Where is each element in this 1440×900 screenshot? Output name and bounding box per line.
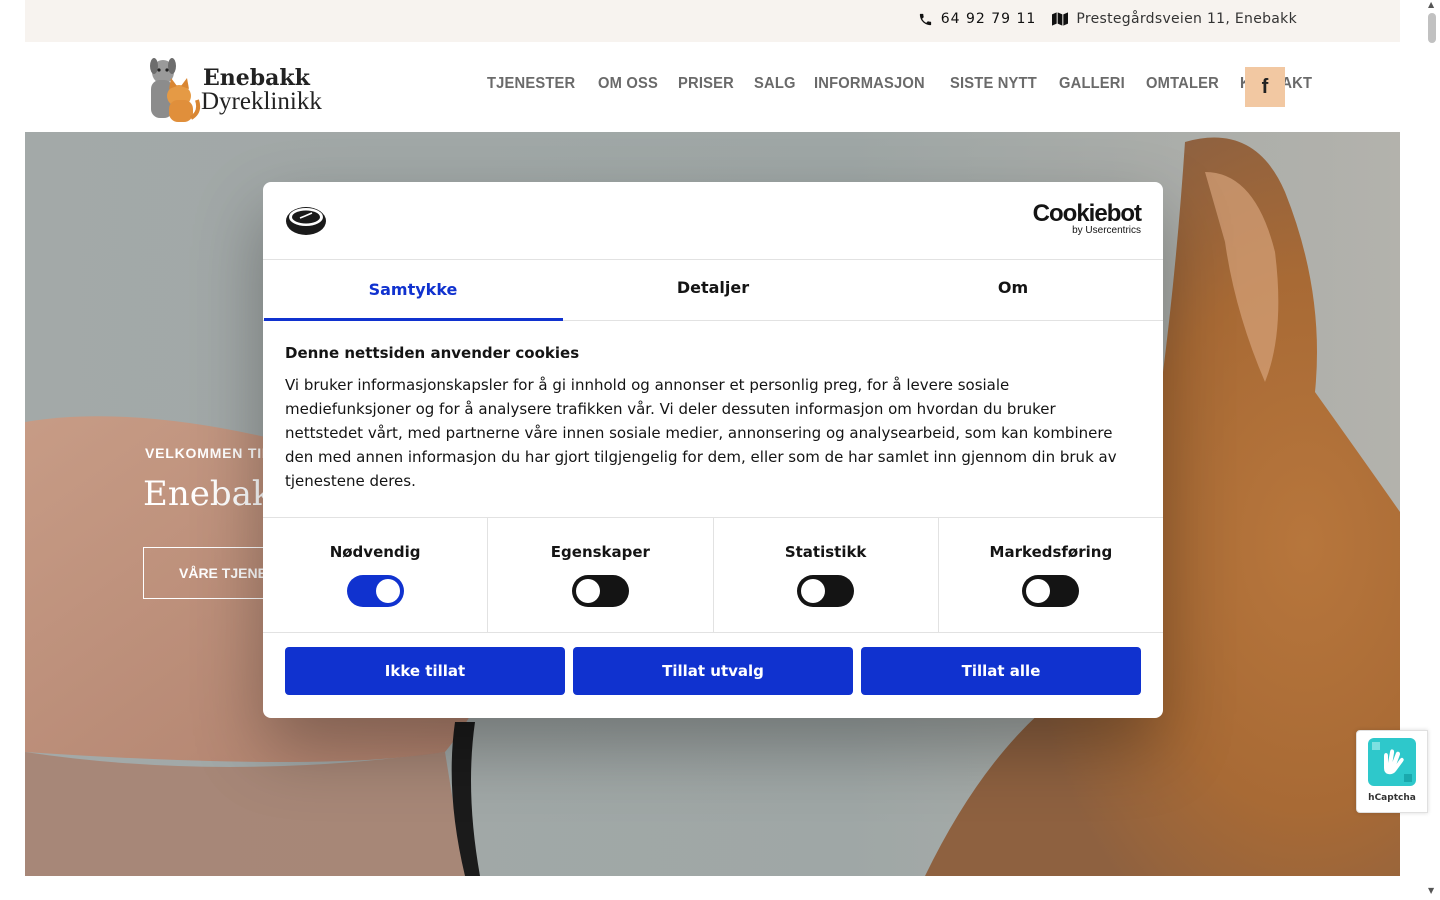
toggle-statistikk[interactable] — [797, 575, 855, 607]
tab-detaljer[interactable]: Detaljer — [563, 260, 863, 320]
hcaptcha-badge[interactable]: hCaptcha — [1356, 730, 1428, 813]
map-icon — [1052, 12, 1069, 26]
top-contact-bar: 64 92 79 11 Prestegårdsveien 11, Enebakk — [25, 0, 1400, 42]
nav-om-oss[interactable]: OM OSS — [598, 75, 658, 93]
toggle-knob — [801, 579, 826, 603]
facebook-icon: f — [1261, 75, 1269, 98]
nav-salg[interactable]: SALG — [754, 75, 796, 93]
toggle-nodvendig[interactable] — [346, 575, 404, 607]
scrollbar-thumb[interactable] — [1428, 13, 1436, 43]
hcaptcha-label: hCaptcha — [1368, 793, 1416, 803]
allow-all-button[interactable]: Tillat alle — [861, 647, 1141, 695]
cookiebot-name: Cookiebot — [1032, 200, 1142, 227]
cookie-categories: Nødvendig Egenskaper Statistikk Markedsf… — [263, 517, 1163, 633]
nav-priser[interactable]: PRISER — [678, 75, 734, 93]
category-egenskaper: Egenskaper — [488, 518, 714, 632]
site-brand-logo-icon — [286, 207, 326, 235]
toggle-knob — [375, 579, 400, 603]
pets-logo-icon — [150, 58, 201, 122]
phone-number: 64 92 79 11 — [940, 11, 1037, 27]
toggle-knob — [1026, 579, 1051, 603]
toggle-knob — [575, 579, 600, 603]
site-logo[interactable]: Enebakk Dyreklinikk — [143, 52, 333, 124]
tab-om[interactable]: Om — [863, 260, 1163, 320]
category-label: Statistikk — [784, 543, 867, 561]
deny-button[interactable]: Ikke tillat — [285, 647, 565, 695]
facebook-button[interactable]: f — [1245, 67, 1285, 107]
dialog-description: Vi bruker informasjonskapsler for å gi i… — [285, 376, 1117, 490]
hcaptcha-logo-icon — [1368, 738, 1416, 786]
toggle-markedsforing[interactable] — [1022, 575, 1080, 607]
scroll-up-arrow-icon[interactable]: ▲ — [1428, 0, 1434, 9]
dialog-buttons: Ikke tillat Tillat utvalg Tillat alle — [285, 647, 1141, 695]
dialog-tabs: Samtykke Detaljer Om — [263, 260, 1163, 321]
logo-line-1: Enebakk — [203, 65, 310, 91]
nav-informasjon[interactable]: INFORMASJON — [814, 75, 925, 93]
address-text: Prestegårdsveien 11, Enebakk — [1076, 11, 1297, 27]
category-nodvendig: Nødvendig — [263, 518, 489, 632]
phone-icon — [919, 13, 931, 25]
main-nav: TJENESTER OM OSS PRISER SALG INFORMASJON… — [487, 75, 1334, 93]
category-label: Markedsføring — [989, 543, 1113, 561]
nav-galleri[interactable]: GALLERI — [1059, 75, 1125, 93]
cookiebot-logo[interactable]: Cookiebot by Usercentrics — [1032, 200, 1142, 236]
category-label: Nødvendig — [329, 543, 421, 561]
site-header: Enebakk Dyreklinikk TJENESTER OM OSS PRI… — [25, 42, 1400, 132]
category-markedsforing: Markedsføring — [939, 518, 1163, 632]
logo-text: Enebakk Dyreklinikk — [201, 66, 322, 114]
category-label: Egenskaper — [550, 543, 650, 561]
cookie-consent-dialog: Cookiebot by Usercentrics Samtykke Detal… — [263, 182, 1163, 718]
toggle-egenskaper[interactable] — [571, 575, 629, 607]
dialog-heading: Denne nettsiden anvender cookies — [285, 344, 580, 362]
category-statistikk: Statistikk — [714, 518, 939, 632]
dialog-header: Cookiebot by Usercentrics — [263, 182, 1163, 260]
nav-tjenester[interactable]: TJENESTER — [487, 75, 575, 93]
cookiebot-by: by Usercentrics — [1072, 225, 1141, 236]
hero-welcome-text: VELKOMMEN TIL — [145, 445, 272, 461]
nav-siste-nytt[interactable]: SISTE NYTT — [950, 75, 1037, 93]
dialog-body: Denne nettsiden anvender cookies Vi bruk… — [285, 344, 1135, 493]
allow-selection-button[interactable]: Tillat utvalg — [573, 647, 853, 695]
tab-samtykke[interactable]: Samtykke — [263, 260, 563, 321]
nav-omtaler[interactable]: OMTALER — [1146, 75, 1219, 93]
address-link[interactable]: Prestegårdsveien 11, Enebakk — [1052, 11, 1297, 27]
logo-line-2: Dyreklinikk — [201, 88, 322, 115]
contact-info: 64 92 79 11 Prestegårdsveien 11, Enebakk — [918, 0, 1297, 38]
phone-link[interactable]: 64 92 79 11 — [918, 11, 1043, 27]
scroll-down-arrow-icon[interactable]: ▼ — [1428, 886, 1434, 895]
